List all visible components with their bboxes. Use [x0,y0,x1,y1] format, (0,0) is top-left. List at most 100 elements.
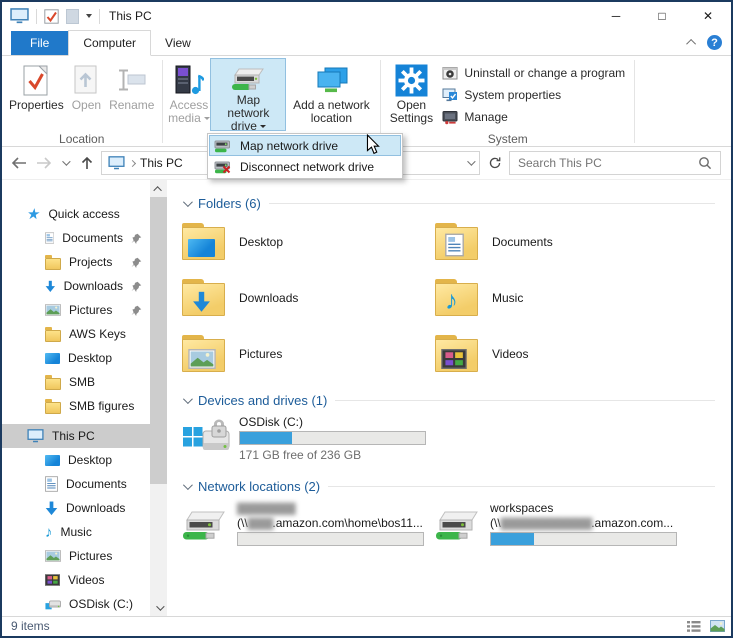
drive-name: OSDisk (C:) [239,415,426,429]
sidebar-item-pc-osdisk[interactable]: OSDisk (C:) [2,592,150,616]
refresh-button[interactable] [484,152,505,174]
tab-file[interactable]: File [11,31,68,55]
manage-icon [442,109,458,125]
drive-tile-osdisk[interactable]: OSDisk (C:) 171 GB free of 236 GB [181,415,731,463]
tab-view[interactable]: View [151,31,205,55]
scroll-up-arrow[interactable] [150,180,167,197]
sidebar-item-desktop[interactable]: Desktop [2,346,150,370]
folder-icon [45,378,61,390]
quick-access-toolbar: This PC [10,8,152,24]
titlebar: This PC ─ □ ✕ [2,2,731,30]
qat-customize-button[interactable] [86,14,92,18]
sidebar-item-documents[interactable]: Documents [2,226,150,250]
file-list-pane: Folders (6) Desktop Documents Downloads [167,180,731,616]
breadcrumb-this-pc[interactable]: This PC [140,156,183,170]
help-button[interactable]: ? [707,35,722,50]
folder-tile-pictures[interactable]: Pictures [181,332,434,375]
chevron-up-icon [686,39,696,49]
search-box[interactable] [509,151,721,175]
search-icon [698,156,712,170]
divider [335,400,715,401]
add-network-location-button[interactable]: Add a network location [286,58,376,131]
sidebar-item-pc-videos[interactable]: Videos [2,568,150,592]
document-icon [45,230,54,246]
sidebar-item-aws-keys[interactable]: AWS Keys [2,322,150,346]
search-input[interactable] [518,156,692,170]
network-drive-tile-1[interactable]: ▇▇▇▇▇▇▇ (\\▇▇▇.amazon.com\home\bos11... [181,501,434,549]
sidebar-item-pc-pictures[interactable]: Pictures [2,544,150,568]
folder-tile-documents[interactable]: Documents [434,220,687,263]
drive-icon [45,598,61,610]
videos-folder-icon [434,335,479,372]
disk-usage-fill [240,432,292,444]
pin-icon [131,257,142,268]
tab-computer[interactable]: Computer [68,30,151,56]
group-label-location: Location [2,131,161,146]
sidebar-item-quick-access[interactable]: ★ Quick access [2,202,150,226]
folder-icon [45,258,61,270]
network-drive-tile-workspaces[interactable]: workspaces (\\▇▇▇▇▇▇▇▇▇▇▇.amazon.com... [434,501,687,549]
network-locations-grid: ▇▇▇▇▇▇▇ (\\▇▇▇.amazon.com\home\bos11... … [181,501,731,549]
section-header-devices[interactable]: Devices and drives (1) [181,391,731,409]
properties-button[interactable]: Properties [5,58,68,131]
sidebar-item-smb[interactable]: SMB [2,370,150,394]
folder-tile-downloads[interactable]: Downloads [181,276,434,319]
large-icons-view-button[interactable] [707,618,727,635]
folder-tile-music[interactable]: ♪ Music [434,276,687,319]
pin-icon [131,305,142,316]
menu-item-disconnect-network-drive[interactable]: Disconnect network drive [209,156,401,177]
system-properties-button[interactable]: System properties [437,85,630,104]
disconnect-network-drive-icon [214,160,231,174]
minimize-button[interactable]: ─ [593,2,639,30]
address-dropdown-button[interactable] [467,160,473,166]
chevron-down-icon [183,394,193,404]
scrollbar-thumb[interactable] [150,197,167,484]
sidebar-item-downloads[interactable]: Downloads [2,274,150,298]
map-network-drive-button[interactable]: Map network drive [210,58,286,131]
ribbon-collapse-button[interactable] [689,39,696,46]
qat-properties-button[interactable] [44,9,59,24]
picture-icon [45,550,61,562]
sidebar-item-pc-desktop[interactable]: Desktop [2,448,150,472]
sidebar-item-pc-downloads[interactable]: Downloads [2,496,150,520]
sidebar-scrollbar[interactable] [150,180,167,616]
content-area: ★ Quick access Documents Projects Downlo… [2,180,731,616]
close-button[interactable]: ✕ [685,2,731,30]
window-title: This PC [109,9,152,23]
folder-tile-desktop[interactable]: Desktop [181,220,434,263]
sidebar-item-pictures[interactable]: Pictures [2,298,150,322]
sidebar-item-this-pc[interactable]: This PC [2,424,150,448]
open-icon [74,62,98,98]
folder-tile-videos[interactable]: Videos [434,332,687,375]
recent-locations-button[interactable] [58,152,72,174]
section-header-folders[interactable]: Folders (6) [181,194,731,212]
mouse-cursor [366,134,380,158]
os-drive-icon [181,415,231,461]
forward-button [33,152,54,174]
downloads-folder-icon [181,279,226,316]
ribbon-group-location: Properties Open [2,58,161,146]
documents-folder-icon [434,223,479,260]
scroll-down-arrow[interactable] [150,599,167,616]
section-header-network[interactable]: Network locations (2) [181,477,731,495]
sidebar-item-smb-figures[interactable]: SMB figures [2,394,150,418]
open-settings-button[interactable]: Open Settings [385,58,437,131]
free-space-text: 171 GB free of 236 GB [239,448,426,462]
file-explorer-window: This PC ─ □ ✕ File Computer View ? [0,0,733,638]
picture-icon [45,304,61,316]
sidebar-item-pc-documents[interactable]: Documents [2,472,150,496]
system-properties-icon [442,87,458,103]
divider [99,9,100,24]
divider [36,9,37,24]
sidebar-item-pc-music[interactable]: ♪ Music [2,520,150,544]
back-button[interactable] [8,152,29,174]
sidebar-item-projects[interactable]: Projects [2,250,150,274]
manage-button[interactable]: Manage [437,107,630,126]
map-network-drive-icon [214,139,231,153]
network-drive-name: workspaces [490,501,677,515]
maximize-button[interactable]: □ [639,2,685,30]
up-button[interactable] [76,152,97,174]
uninstall-program-button[interactable]: Uninstall or change a program [437,63,630,82]
details-view-button[interactable] [684,618,704,635]
quick-access-star-icon: ★ [26,205,42,223]
